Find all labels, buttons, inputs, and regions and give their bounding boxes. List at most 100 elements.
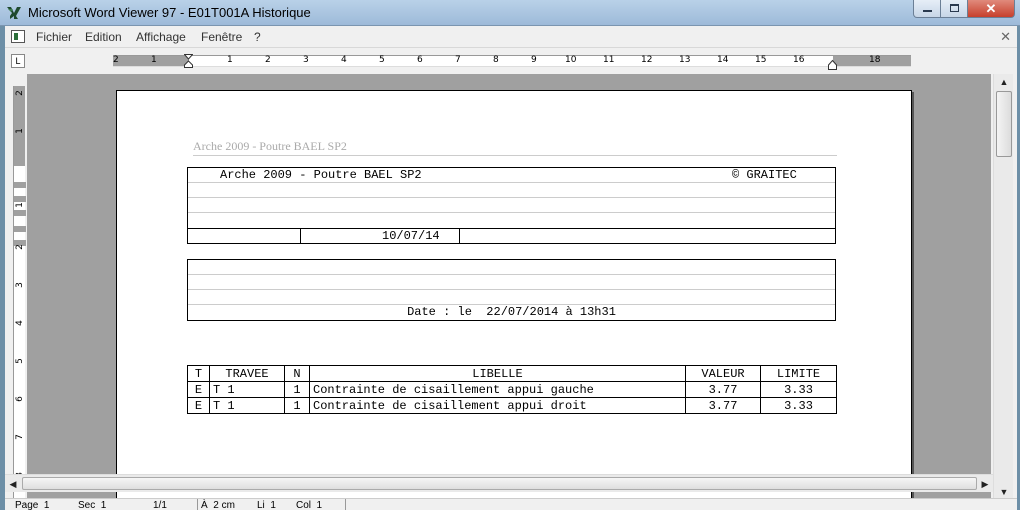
- menu-fenetre[interactable]: Fenêtre: [201, 30, 242, 44]
- col-header: T: [187, 365, 210, 382]
- ruler-row-marker: [14, 210, 26, 216]
- ruler-number: 14: [717, 55, 729, 65]
- status-position: À 2 cm: [201, 500, 235, 510]
- col-header: LIMITE: [760, 365, 837, 382]
- title-bar: Microsoft Word Viewer 97 - E01T001A Hist…: [0, 0, 1020, 26]
- ruler-number: 2: [15, 244, 25, 250]
- status-bar: Page 1 Sec 1 1/1 À 2 cm Li 1 Col 1: [5, 498, 1017, 510]
- table-cell: 3.33: [760, 381, 837, 398]
- results-table: T TRAVEE N LIBELLE VALEUR LIMITE E T 1 1…: [187, 365, 837, 414]
- col-header: LIBELLE: [309, 365, 686, 382]
- menu-help[interactable]: ?: [254, 30, 261, 44]
- table-cell: T 1: [209, 381, 285, 398]
- table-cell: T 1: [209, 397, 285, 414]
- ruler-number: 12: [641, 55, 653, 65]
- table-cell: E: [187, 381, 210, 398]
- horizontal-scrollbar[interactable]: ◀ ▶: [5, 474, 993, 492]
- col-header: N: [284, 365, 310, 382]
- title-box: Arche 2009 - Poutre BAEL SP2 © GRAITEC 1…: [187, 167, 836, 244]
- ruler-number: 1: [227, 55, 233, 65]
- ruler-row-marker: [14, 226, 26, 232]
- ruler-number: 15: [755, 55, 767, 65]
- ruler-number: 1: [15, 128, 25, 134]
- status-divider: [345, 499, 346, 510]
- ruler-number: 2: [113, 55, 119, 65]
- table-header-row: T TRAVEE N LIBELLE VALEUR LIMITE: [187, 365, 837, 382]
- table-cell: E: [187, 397, 210, 414]
- ruler-number: 7: [15, 434, 25, 440]
- left-indent-marker[interactable]: [184, 54, 193, 68]
- page-header: Arche 2009 - Poutre BAEL SP2: [193, 139, 347, 153]
- header-divider: [193, 155, 837, 156]
- tab-selector-button[interactable]: L: [11, 54, 25, 68]
- ruler-number: 11: [603, 55, 615, 65]
- ruler-number: 10: [565, 55, 577, 65]
- title-box-left: Arche 2009 - Poutre BAEL SP2: [220, 168, 422, 182]
- word-viewer-app-icon: [7, 7, 21, 19]
- app-frame: Fichier Edition Affichage Fenêtre ? ✕ L …: [5, 26, 1017, 510]
- status-section: Sec 1: [78, 500, 107, 510]
- document-area[interactable]: Arche 2009 - Poutre BAEL SP2 Arche 2009 …: [27, 74, 991, 500]
- scroll-left-icon[interactable]: ◀: [5, 475, 21, 493]
- menu-edition[interactable]: Edition: [85, 30, 122, 44]
- minimize-button[interactable]: [913, 0, 941, 18]
- vertical-scroll-thumb[interactable]: [996, 91, 1012, 157]
- title-box-right: © GRAITEC: [732, 168, 797, 182]
- row-divider: [188, 289, 835, 290]
- table-row: E T 1 1 Contrainte de cisaillement appui…: [187, 397, 837, 414]
- date-box: Date : le 22/07/2014 à 13h31: [187, 259, 836, 321]
- table-cell: Contrainte de cisaillement appui gauche: [309, 381, 686, 398]
- scroll-right-icon[interactable]: ▶: [977, 475, 993, 493]
- vertical-scrollbar[interactable]: ▲ ▼: [993, 74, 1013, 500]
- ruler-number: 4: [341, 55, 347, 65]
- horizontal-ruler-row: L 2 1 1 2 3 4 5 6 7 8 9 10 11 12 13 14 1…: [5, 49, 1017, 71]
- table-cell: 3.77: [685, 381, 761, 398]
- ruler-number: 13: [679, 55, 691, 65]
- maximize-button[interactable]: [940, 0, 968, 18]
- menu-bar: Fichier Edition Affichage Fenêtre ? ✕: [5, 26, 1017, 48]
- ruler-number: 2: [265, 55, 271, 65]
- table-cell: 1: [284, 397, 310, 414]
- ruler-number: 9: [531, 55, 537, 65]
- scroll-up-icon[interactable]: ▲: [994, 74, 1014, 90]
- vertical-ruler[interactable]: 2 1 1 2 3 4 5 6 7 8: [13, 86, 26, 498]
- ruler-number: 4: [15, 320, 25, 326]
- ruler-number: 6: [417, 55, 423, 65]
- ruler-number: 2: [15, 90, 25, 96]
- ruler-number: 18: [869, 55, 881, 65]
- row-divider: [188, 212, 835, 213]
- close-button[interactable]: ✕: [967, 0, 1015, 18]
- table-cell: Contrainte de cisaillement appui droit: [309, 397, 686, 414]
- document-control-icon[interactable]: [11, 30, 25, 43]
- status-line: Li 1: [257, 500, 276, 510]
- ruler-number: 1: [151, 55, 157, 65]
- ruler-number: 16: [793, 55, 805, 65]
- status-page: Page 1: [15, 500, 50, 510]
- table-cell: 3.77: [685, 397, 761, 414]
- col-header: VALEUR: [685, 365, 761, 382]
- ruler-number: 7: [455, 55, 461, 65]
- window-title: Microsoft Word Viewer 97 - E01T001A Hist…: [28, 5, 311, 20]
- document-close-icon[interactable]: ✕: [1000, 29, 1011, 45]
- status-column: Col 1: [296, 500, 323, 510]
- right-indent-marker[interactable]: [828, 58, 837, 72]
- row-divider: [188, 274, 835, 275]
- status-page-count: 1/1: [153, 500, 167, 510]
- document-page: Arche 2009 - Poutre BAEL SP2 Arche 2009 …: [116, 90, 912, 500]
- col-header: TRAVEE: [209, 365, 285, 382]
- ruler-number: 6: [15, 396, 25, 402]
- minimize-icon: [923, 10, 932, 12]
- menu-affichage[interactable]: Affichage: [136, 30, 186, 44]
- ruler-number: 5: [379, 55, 385, 65]
- ruler-number: 3: [15, 282, 25, 288]
- ruler-row-marker: [14, 182, 26, 188]
- row-divider: [188, 197, 835, 198]
- horizontal-ruler[interactable]: 2 1 1 2 3 4 5 6 7 8 9 10 11 12 13 14 15 …: [113, 54, 911, 70]
- menu-fichier[interactable]: Fichier: [36, 30, 72, 44]
- ruler-number: 3: [303, 55, 309, 65]
- row-divider: [188, 228, 835, 229]
- row-divider: [188, 182, 835, 183]
- ruler-number: 5: [15, 358, 25, 364]
- table-row: E T 1 1 Contrainte de cisaillement appui…: [187, 381, 837, 398]
- horizontal-scroll-thumb[interactable]: [22, 477, 977, 490]
